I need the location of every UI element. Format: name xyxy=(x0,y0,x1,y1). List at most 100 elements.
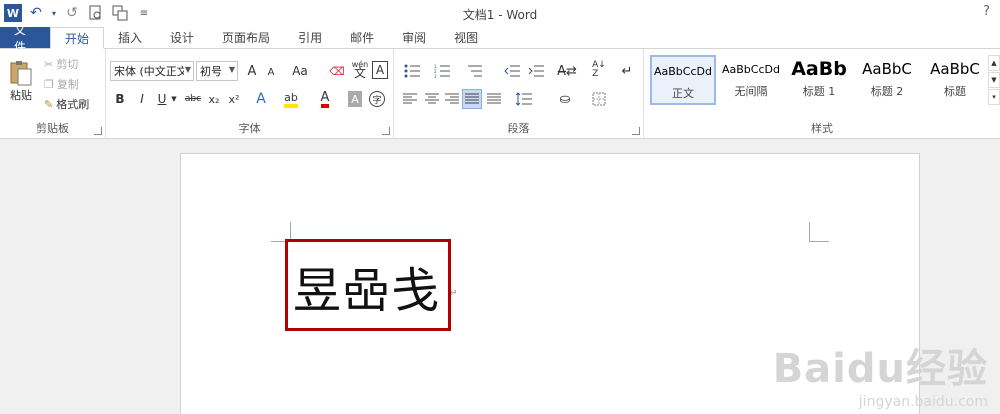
grow-font-button[interactable]: A xyxy=(244,61,260,81)
tab-mailings[interactable]: 邮件 xyxy=(336,27,388,48)
numbering-icon: 123 xyxy=(434,64,450,78)
copy-button[interactable]: ❐ 复制 xyxy=(44,75,79,93)
bold-button[interactable]: B xyxy=(112,89,128,109)
justify-icon xyxy=(465,93,479,104)
style-title-name: 标题 xyxy=(944,85,966,98)
font-color-button[interactable]: A xyxy=(316,89,334,109)
tab-references[interactable]: 引用 xyxy=(284,27,336,48)
eraser-icon: ⌫ xyxy=(329,64,345,78)
increase-indent-button[interactable] xyxy=(526,61,546,81)
distributed-icon xyxy=(487,93,501,104)
chevron-down-icon[interactable]: ▼ xyxy=(170,91,178,107)
style-no-spacing-name: 无间隔 xyxy=(734,85,768,98)
style-title[interactable]: AaBbC 标题 xyxy=(922,55,988,105)
ribbon: 粘贴 ✂ 剪切 ❐ 复制 ✎ 格式刷 剪贴板 宋体 (中文正文 ▼ 初号 ▼ A… xyxy=(0,49,1000,139)
highlight-color-button[interactable]: ab xyxy=(282,89,300,109)
align-right-button[interactable] xyxy=(442,89,462,109)
highlighter-icon: ab xyxy=(284,91,298,108)
enclosed-char-icon: 字 xyxy=(369,91,385,107)
asian-layout-button[interactable]: A̶⇄ xyxy=(554,61,580,81)
font-launcher-icon[interactable] xyxy=(382,127,390,135)
styles-group: AaBbCcDd 正文 AaBbCcDd 无间隔 AaBb 标题 1 AaBbC… xyxy=(644,49,1000,139)
tab-insert[interactable]: 插入 xyxy=(104,27,156,48)
sort-button[interactable]: A↓ Z xyxy=(590,59,608,81)
line-spacing-button[interactable] xyxy=(512,89,536,109)
sort-icon: A↓ Z xyxy=(592,60,606,79)
help-icon[interactable]: ? xyxy=(983,4,990,19)
format-painter-button[interactable]: ✎ 格式刷 xyxy=(44,95,89,113)
styles-scroll-up-icon[interactable]: ▲ xyxy=(988,55,1000,71)
clipboard-launcher-icon[interactable] xyxy=(94,127,102,135)
show-marks-button[interactable]: ↵ xyxy=(618,61,636,81)
align-left-button[interactable] xyxy=(400,89,420,109)
align-left-icon xyxy=(403,93,417,104)
clipboard-group: 粘贴 ✂ 剪切 ❐ 复制 ✎ 格式刷 剪贴板 xyxy=(0,49,106,139)
styles-more-icon[interactable]: ▾ xyxy=(988,89,1000,105)
style-normal-preview: AaBbCcDd xyxy=(654,64,712,78)
paste-button[interactable]: 粘贴 xyxy=(4,55,38,107)
watermark-title: Baidu经验 xyxy=(772,346,988,392)
char-shading-button[interactable]: A xyxy=(348,91,362,107)
tab-view[interactable]: 视图 xyxy=(440,27,492,48)
styles-scroll-down-icon[interactable]: ▼ xyxy=(988,72,1000,88)
font-size-select[interactable]: 初号 ▼ xyxy=(196,61,238,81)
text-highlight-box xyxy=(285,239,451,331)
bullets-button[interactable] xyxy=(400,61,424,81)
char-border-button[interactable]: A xyxy=(372,61,388,79)
style-heading-2-name: 标题 2 xyxy=(870,85,904,98)
ribbon-tabs: 文件 开始 插入 设计 页面布局 引用 邮件 审阅 视图 xyxy=(0,23,1000,54)
style-normal[interactable]: AaBbCcDd 正文 xyxy=(650,55,716,105)
align-center-icon xyxy=(425,93,439,104)
paste-icon xyxy=(10,61,32,86)
decrease-indent-button[interactable] xyxy=(502,61,522,81)
multilevel-list-button[interactable] xyxy=(462,61,486,81)
shrink-font-button[interactable]: A xyxy=(264,63,278,81)
justify-button[interactable] xyxy=(462,89,482,109)
italic-button[interactable]: I xyxy=(134,89,150,109)
brush-icon: ✎ xyxy=(44,97,54,111)
chevron-down-icon: ▼ xyxy=(184,65,191,74)
tab-design[interactable]: 设计 xyxy=(156,27,208,48)
borders-button[interactable] xyxy=(588,89,610,109)
strikethrough-button[interactable]: abc xyxy=(182,89,204,109)
styles-group-label: 样式 xyxy=(811,122,833,135)
shading-button[interactable]: ⛀ xyxy=(554,89,576,109)
style-no-spacing[interactable]: AaBbCcDd 无间隔 xyxy=(718,55,784,105)
subscript-button[interactable]: x₂ xyxy=(206,89,222,109)
tab-review[interactable]: 审阅 xyxy=(388,27,440,48)
paragraph-launcher-icon[interactable] xyxy=(632,127,640,135)
align-center-button[interactable] xyxy=(422,89,442,109)
font-group: 宋体 (中文正文 ▼ 初号 ▼ A A Aa ⌫ wén 文 A B I U ▼… xyxy=(106,49,394,139)
superscript-button[interactable]: x² xyxy=(226,89,242,109)
tab-home[interactable]: 开始 xyxy=(50,27,105,49)
style-heading-1[interactable]: AaBb 标题 1 xyxy=(786,55,852,105)
style-heading-1-preview: AaBb xyxy=(791,58,847,80)
copy-label: 复制 xyxy=(56,78,79,91)
decrease-indent-icon xyxy=(504,65,520,77)
phonetic-char-icon: 文 xyxy=(353,66,366,80)
underline-button[interactable]: U xyxy=(154,89,170,109)
align-right-icon xyxy=(445,93,459,104)
change-case-button[interactable]: Aa xyxy=(288,61,312,81)
cut-button[interactable]: ✂ 剪切 xyxy=(44,55,78,73)
svg-text:3: 3 xyxy=(434,74,437,78)
paragraph-group-label: 段落 xyxy=(507,122,530,135)
tab-file[interactable]: 文件 xyxy=(0,23,50,54)
phonetic-guide-button[interactable]: wén 文 xyxy=(350,57,370,81)
font-name-select[interactable]: 宋体 (中文正文 ▼ xyxy=(110,61,194,81)
style-title-preview: AaBbC xyxy=(930,60,980,78)
cut-label: 剪切 xyxy=(56,58,79,71)
paste-label: 粘贴 xyxy=(10,89,32,102)
clear-formatting-button[interactable]: ⌫ xyxy=(328,61,346,81)
enclose-char-button[interactable]: 字 xyxy=(368,89,386,109)
line-spacing-icon xyxy=(516,92,532,106)
style-heading-2[interactable]: AaBbC 标题 2 xyxy=(854,55,920,105)
tab-page-layout[interactable]: 页面布局 xyxy=(208,27,284,48)
distributed-button[interactable] xyxy=(484,89,504,109)
font-name-value: 宋体 (中文正文 xyxy=(114,65,184,78)
font-size-value: 初号 xyxy=(200,65,222,78)
style-heading-1-name: 标题 1 xyxy=(802,85,836,98)
numbering-button[interactable]: 123 xyxy=(430,61,454,81)
paragraph-group: 123 A̶⇄ A↓ Z ↵ ⛀ 段落 xyxy=(394,49,644,139)
text-effects-button[interactable]: A xyxy=(252,89,270,109)
